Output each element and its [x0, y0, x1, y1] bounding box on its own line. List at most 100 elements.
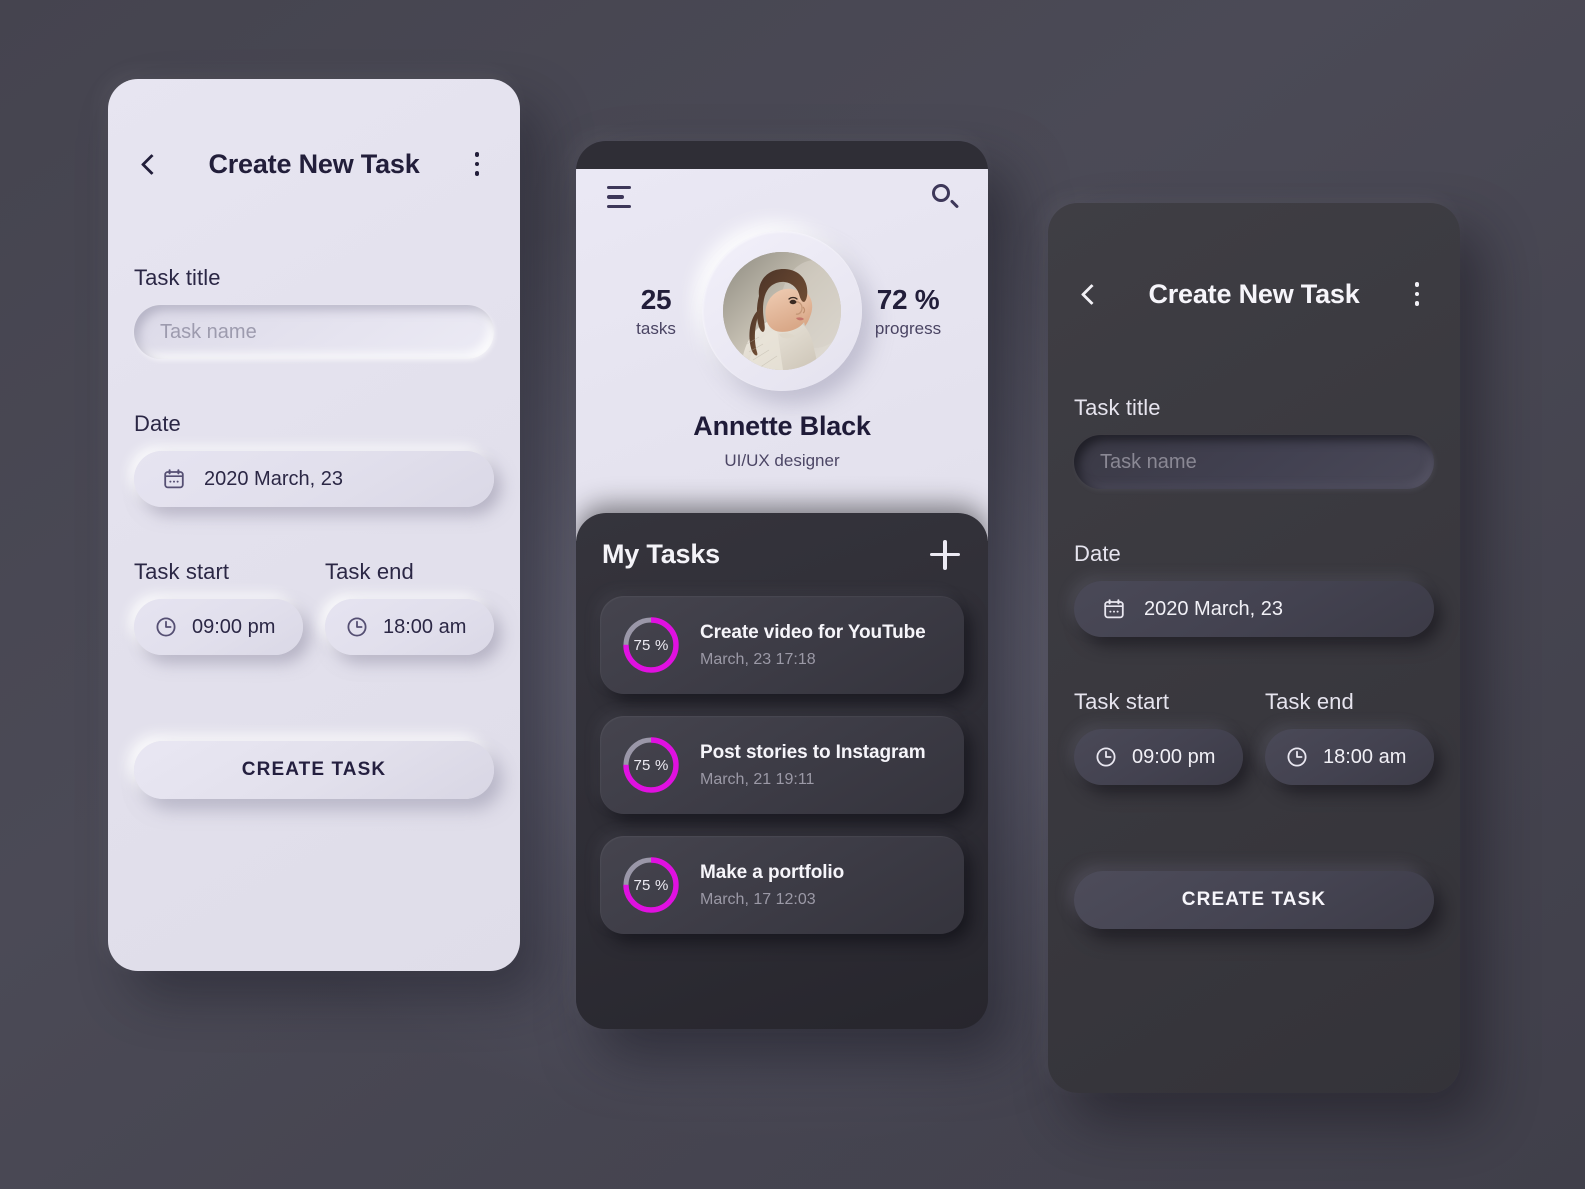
task-text: Post stories to Instagram March, 21 19:11 [700, 742, 926, 789]
time-range-row: Task start 09:00 pm Task end 18:00 am [134, 559, 494, 655]
kebab-menu-icon [1414, 282, 1420, 306]
task-title-label: Task title [1074, 395, 1161, 420]
create-task-button[interactable]: CREATE TASK [1074, 871, 1434, 929]
task-progress-ring: 75 % [620, 614, 682, 676]
search-button[interactable] [928, 180, 962, 214]
task-date: March, 21 19:11 [700, 770, 815, 788]
calendar-icon [1104, 599, 1124, 619]
progress-label: progress [874, 318, 942, 338]
tasks-stat: 25 tasks [610, 284, 702, 339]
app-canvas: Create New Task Task title Task name Dat… [0, 0, 1585, 1189]
task-progress-value: 75 % [633, 756, 669, 774]
date-value: 2020 March, 23 [204, 467, 343, 490]
clock-icon [1096, 747, 1116, 767]
task-title-group: Task title Task name [134, 265, 494, 359]
task-progress-ring: 75 % [620, 734, 682, 796]
task-text: Create video for YouTube March, 23 17:18 [700, 622, 926, 669]
task-start-group: Task start 09:00 pm [134, 559, 303, 655]
date-value: 2020 March, 23 [1144, 597, 1283, 620]
profile-role: UI/UX designer [724, 451, 840, 470]
task-name-input[interactable]: Task name [134, 305, 494, 359]
task-start-value: 09:00 pm [1132, 745, 1216, 768]
task-end-picker[interactable]: 18:00 am [1265, 729, 1434, 785]
screen-profile-tasks: 25 tasks 72 % progress Annette Black UI/… [576, 141, 988, 1029]
screen-create-task-dark: Create New Task Task title Task name Dat… [1048, 203, 1460, 1093]
overflow-menu-button[interactable] [1400, 277, 1434, 311]
chevron-left-icon [1080, 283, 1102, 305]
chevron-left-icon [140, 153, 162, 175]
task-progress-value: 75 % [633, 636, 669, 654]
profile-name: Annette Black [693, 411, 871, 441]
create-task-button-label: CREATE TASK [1181, 889, 1327, 910]
progress-value: 72 % [876, 283, 940, 315]
task-end-group: Task end 18:00 am [1265, 689, 1434, 785]
profile-header: 25 tasks 72 % progress Annette Black UI/… [576, 169, 988, 541]
task-start-label: Task start [1074, 689, 1170, 714]
task-text: Make a portfolio March, 17 12:03 [700, 862, 844, 909]
task-end-picker[interactable]: 18:00 am [325, 599, 494, 655]
task-end-label: Task end [1265, 689, 1354, 714]
task-name: Create video for YouTube [700, 621, 926, 643]
task-date: March, 17 12:03 [700, 890, 816, 908]
task-progress-value: 75 % [633, 876, 669, 894]
back-button[interactable] [134, 147, 168, 181]
task-name: Make a portfolio [700, 861, 845, 883]
task-start-value: 09:00 pm [192, 615, 276, 638]
task-end-label: Task end [325, 559, 414, 584]
my-tasks-panel: My Tasks 75 % Create video for YouTube Mar… [576, 513, 988, 1029]
task-name-input[interactable]: Task name [1074, 435, 1434, 489]
search-icon [932, 184, 960, 210]
avatar [723, 252, 841, 370]
task-name: Post stories to Instagram [700, 741, 926, 763]
tasks-count: 25 [640, 283, 672, 315]
clock-icon [347, 617, 367, 637]
avatar-frame [702, 231, 862, 391]
task-name-placeholder: Task name [160, 320, 257, 343]
screen-create-task-light: Create New Task Task title Task name Dat… [108, 79, 520, 971]
task-name-placeholder: Task name [1100, 450, 1197, 473]
date-picker[interactable]: 2020 March, 23 [134, 451, 494, 507]
tasks-count-label: tasks [636, 318, 676, 338]
create-task-button[interactable]: CREATE TASK [134, 741, 494, 799]
appbar-light: Create New Task [108, 121, 520, 207]
my-tasks-title: My Tasks [602, 539, 720, 569]
progress-stat: 72 % progress [862, 284, 954, 339]
back-button[interactable] [1074, 277, 1108, 311]
task-title-label: Task title [134, 265, 221, 290]
clock-icon [156, 617, 176, 637]
create-task-form-light: Task title Task name Date 2020 March, 23… [108, 265, 520, 799]
task-progress-ring: 75 % [620, 854, 682, 916]
task-date: March, 23 17:18 [700, 650, 816, 668]
kebab-menu-icon [474, 152, 480, 176]
time-range-row: Task start 09:00 pm Task end 18:00 am [1074, 689, 1434, 785]
task-end-group: Task end 18:00 am [325, 559, 494, 655]
page-title: Create New Task [208, 148, 420, 179]
create-task-form-dark: Task title Task name Date 2020 March, 23… [1048, 395, 1460, 929]
appbar-dark: Create New Task [1048, 251, 1460, 337]
calendar-icon [164, 469, 184, 489]
date-group: Date 2020 March, 23 [1074, 541, 1434, 637]
task-end-value: 18:00 am [1323, 745, 1407, 768]
task-card[interactable]: 75 % Create video for YouTube March, 23 17… [600, 596, 964, 694]
hamburger-menu-icon [607, 186, 631, 208]
task-start-picker[interactable]: 09:00 pm [1074, 729, 1243, 785]
date-label: Date [134, 411, 181, 436]
appbar-profile [576, 169, 988, 225]
task-card[interactable]: 75 % Make a portfolio March, 17 12:03 [600, 836, 964, 934]
create-task-button-label: CREATE TASK [241, 759, 387, 780]
task-start-group: Task start 09:00 pm [1074, 689, 1243, 785]
task-title-group: Task title Task name [1074, 395, 1434, 489]
hamburger-menu-button[interactable] [602, 180, 636, 214]
task-start-picker[interactable]: 09:00 pm [134, 599, 303, 655]
page-title: Create New Task [1148, 278, 1360, 309]
task-card[interactable]: 75 % Post stories to Instagram March, 21 1… [600, 716, 964, 814]
add-task-button[interactable] [930, 539, 960, 570]
task-end-value: 18:00 am [383, 615, 467, 638]
profile-stats-row: 25 tasks 72 % progress [576, 225, 988, 391]
date-picker[interactable]: 2020 March, 23 [1074, 581, 1434, 637]
date-group: Date 2020 March, 23 [134, 411, 494, 507]
overflow-menu-button[interactable] [460, 147, 494, 181]
task-list: 75 % Create video for YouTube March, 23 17… [600, 596, 964, 934]
clock-icon [1287, 747, 1307, 767]
avatar-image [723, 252, 841, 370]
